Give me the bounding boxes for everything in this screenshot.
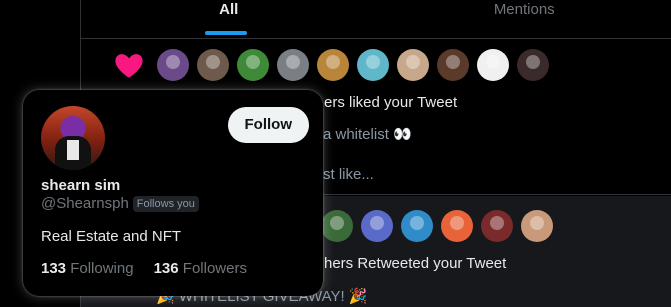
avatar[interactable] (437, 49, 469, 81)
followers-label: Followers (182, 260, 247, 277)
followers-count: 136 (153, 260, 179, 277)
profile-bio: Real Estate and NFT (41, 228, 182, 245)
notifications-main: All Mentions ers liked your Tweet a whit… (23, 0, 671, 307)
avatar[interactable] (401, 210, 433, 242)
avatar[interactable] (237, 49, 269, 81)
followers-stat[interactable]: 136 Followers (154, 260, 247, 277)
avatar[interactable] (397, 49, 429, 81)
notifications-tabs: All Mentions (81, 0, 671, 39)
tab-active-indicator (205, 31, 247, 35)
avatar[interactable] (197, 49, 229, 81)
following-stat[interactable]: 133 Following (41, 260, 134, 277)
likes-notification-title: ers liked your Tweet (324, 94, 458, 111)
avatar[interactable] (357, 49, 389, 81)
tab-all[interactable]: All (81, 0, 377, 38)
avatar[interactable] (477, 49, 509, 81)
follows-you-badge: Follows you (132, 195, 199, 212)
avatar[interactable] (321, 210, 353, 242)
display-name[interactable]: shearn sim (41, 177, 120, 194)
profile-hover-card: Follow shearn sim @Shearnsph Follows you… (23, 90, 323, 296)
avatar[interactable] (517, 49, 549, 81)
likes-tweet-preview: a whitelist 👀 (323, 126, 412, 143)
retweets-avatar-row (321, 210, 561, 242)
heart-icon (115, 54, 143, 78)
likes-avatar-row (113, 49, 557, 81)
avatar[interactable] (361, 210, 393, 242)
tab-mentions-label: Mentions (493, 1, 555, 18)
handle-row: @Shearnsph Follows you (41, 195, 199, 212)
tab-mentions[interactable]: Mentions (377, 0, 671, 38)
profile-stats: 133 Following 136 Followers (41, 260, 267, 277)
avatar[interactable] (157, 49, 189, 81)
avatar-collar (67, 140, 79, 160)
follow-button[interactable]: Follow (227, 107, 309, 143)
avatar[interactable] (481, 210, 513, 242)
retweets-notification-title: hers Retweeted your Tweet (324, 255, 507, 272)
avatar[interactable] (317, 49, 349, 81)
user-handle[interactable]: @Shearnsph (41, 195, 129, 212)
following-count: 133 (41, 260, 67, 277)
following-label: Following (70, 260, 134, 277)
likes-tweet-preview-more: st like... (323, 166, 374, 183)
avatar[interactable] (41, 106, 105, 170)
avatar[interactable] (521, 210, 553, 242)
avatar[interactable] (277, 49, 309, 81)
avatar[interactable] (441, 210, 473, 242)
tab-all-label: All (219, 1, 239, 18)
